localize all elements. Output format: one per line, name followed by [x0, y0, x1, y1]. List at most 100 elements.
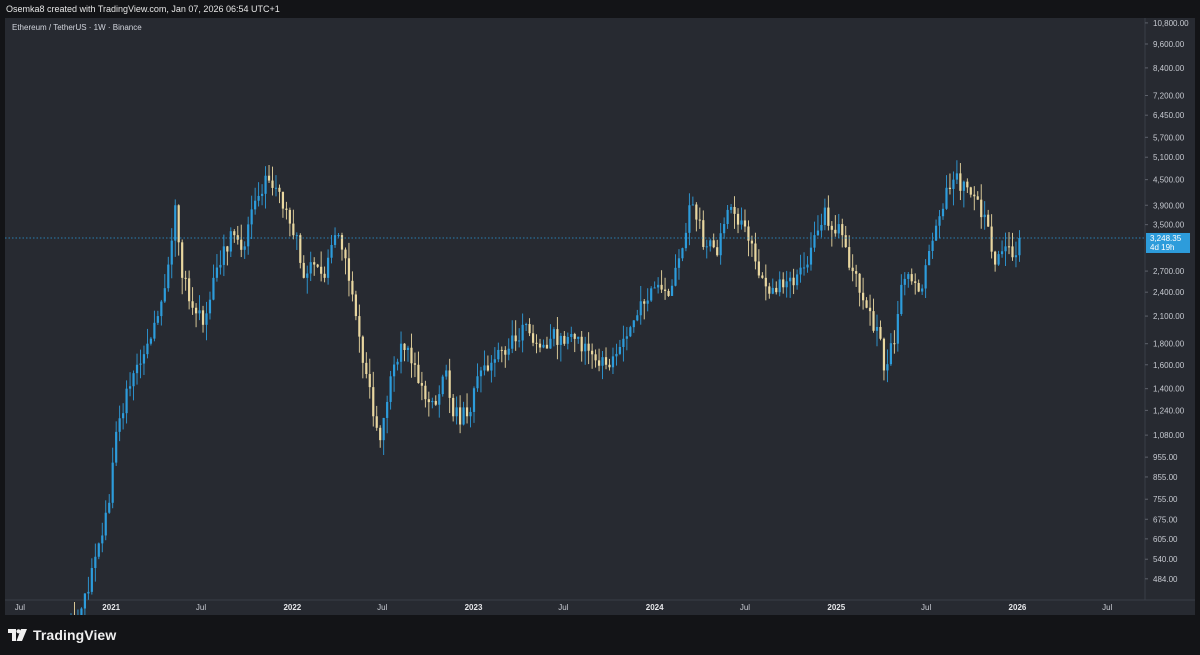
candle-body[interactable] — [674, 267, 677, 286]
candle-body[interactable] — [966, 181, 969, 188]
candle-body[interactable] — [976, 196, 979, 200]
candle-body[interactable] — [365, 362, 368, 375]
candle-body[interactable] — [872, 311, 875, 331]
candle-body[interactable] — [507, 348, 510, 355]
candle-body[interactable] — [358, 316, 361, 337]
candle-body[interactable] — [320, 266, 323, 274]
candle-body[interactable] — [1011, 246, 1014, 258]
candle-body[interactable] — [928, 250, 931, 266]
candle-body[interactable] — [681, 248, 684, 259]
candle-body[interactable] — [594, 354, 597, 361]
candle-body[interactable] — [764, 277, 767, 287]
candle-body[interactable] — [459, 407, 462, 425]
candle-body[interactable] — [417, 364, 420, 384]
candle-body[interactable] — [875, 326, 879, 331]
candle-body[interactable] — [198, 310, 201, 314]
candle-body[interactable] — [559, 335, 562, 345]
candle-body[interactable] — [111, 462, 114, 503]
candle-body[interactable] — [865, 300, 868, 308]
candle-body[interactable] — [413, 363, 417, 365]
candle-body[interactable] — [709, 240, 712, 247]
chart-panel[interactable]: 10,800.00 9,600.00 8,400.00 7,200.00 6,450.0… — [5, 18, 1195, 615]
candle-body[interactable] — [952, 179, 955, 189]
candle-body[interactable] — [670, 285, 674, 296]
candle-body[interactable] — [604, 357, 608, 365]
candle-body[interactable] — [657, 284, 660, 288]
candle-body[interactable] — [653, 287, 656, 289]
candle-body[interactable] — [556, 329, 559, 345]
candle-body[interactable] — [816, 230, 820, 236]
candle-body[interactable] — [549, 338, 552, 349]
candle-body[interactable] — [264, 175, 267, 194]
candle-body[interactable] — [757, 261, 760, 276]
candle-body[interactable] — [250, 209, 253, 225]
candle-body[interactable] — [90, 568, 93, 592]
candle-body[interactable] — [879, 326, 882, 339]
candle-body[interactable] — [806, 264, 809, 268]
candle-body[interactable] — [146, 343, 149, 355]
price-chart[interactable]: 10,800.00 9,600.00 8,400.00 7,200.00 6,450.0… — [5, 18, 1195, 615]
candle-body[interactable] — [650, 288, 653, 301]
candle-body[interactable] — [740, 220, 743, 225]
candle-body[interactable] — [302, 262, 305, 278]
candle-body[interactable] — [236, 235, 239, 240]
candle-body[interactable] — [834, 229, 837, 234]
candle-body[interactable] — [848, 247, 851, 268]
candle-body[interactable] — [201, 310, 205, 325]
candle-body[interactable] — [306, 273, 309, 278]
candle-body[interactable] — [1014, 255, 1018, 258]
candle-body[interactable] — [278, 187, 281, 192]
candle-body[interactable] — [948, 187, 952, 189]
candle-body[interactable] — [205, 313, 208, 325]
candle-body[interactable] — [219, 264, 222, 268]
candle-body[interactable] — [789, 277, 792, 282]
candle-body[interactable] — [632, 320, 635, 328]
candle-body[interactable] — [768, 286, 771, 294]
candle-body[interactable] — [747, 226, 750, 241]
candle-body[interactable] — [313, 262, 316, 265]
candle-body[interactable] — [743, 220, 747, 227]
candle-body[interactable] — [573, 333, 576, 339]
candle-body[interactable] — [584, 343, 587, 352]
candle-body[interactable] — [639, 301, 642, 316]
candle-body[interactable] — [139, 363, 142, 365]
candle-body[interactable] — [782, 279, 785, 288]
candle-body[interactable] — [841, 224, 844, 236]
candle-body[interactable] — [809, 247, 813, 265]
candle-body[interactable] — [406, 347, 410, 350]
candle-body[interactable] — [452, 397, 455, 417]
candle-body[interactable] — [528, 324, 531, 334]
candle-body[interactable] — [288, 209, 291, 224]
candle-body[interactable] — [625, 336, 628, 339]
candle-body[interactable] — [566, 336, 569, 344]
candle-body[interactable] — [980, 199, 983, 218]
candle-body[interactable] — [490, 362, 493, 371]
candle-body[interactable] — [535, 342, 538, 344]
candle-body[interactable] — [427, 399, 430, 403]
candle-body[interactable] — [167, 264, 170, 289]
candle-body[interactable] — [907, 274, 910, 279]
candle-body[interactable] — [438, 394, 441, 405]
candle-body[interactable] — [990, 226, 993, 252]
candle-body[interactable] — [608, 364, 611, 368]
candle-body[interactable] — [483, 365, 486, 371]
candle-body[interactable] — [215, 267, 219, 278]
candle-body[interactable] — [750, 240, 754, 244]
candle-body[interactable] — [372, 387, 375, 417]
candle-body[interactable] — [754, 243, 757, 262]
candle-body[interactable] — [455, 407, 458, 417]
candle-body[interactable] — [188, 278, 191, 302]
candle-body[interactable] — [170, 240, 173, 265]
candle-body[interactable] — [326, 257, 330, 278]
candle-body[interactable] — [563, 335, 566, 344]
candle-body[interactable] — [521, 324, 524, 341]
candle-body[interactable] — [479, 370, 483, 377]
candle-body[interactable] — [153, 322, 156, 339]
candle-body[interactable] — [504, 350, 507, 355]
candle-body[interactable] — [545, 344, 549, 349]
candle-body[interactable] — [500, 349, 503, 351]
candle-body[interactable] — [149, 338, 153, 344]
candle-body[interactable] — [698, 219, 701, 221]
candle-body[interactable] — [910, 274, 913, 282]
candle-body[interactable] — [702, 220, 705, 247]
